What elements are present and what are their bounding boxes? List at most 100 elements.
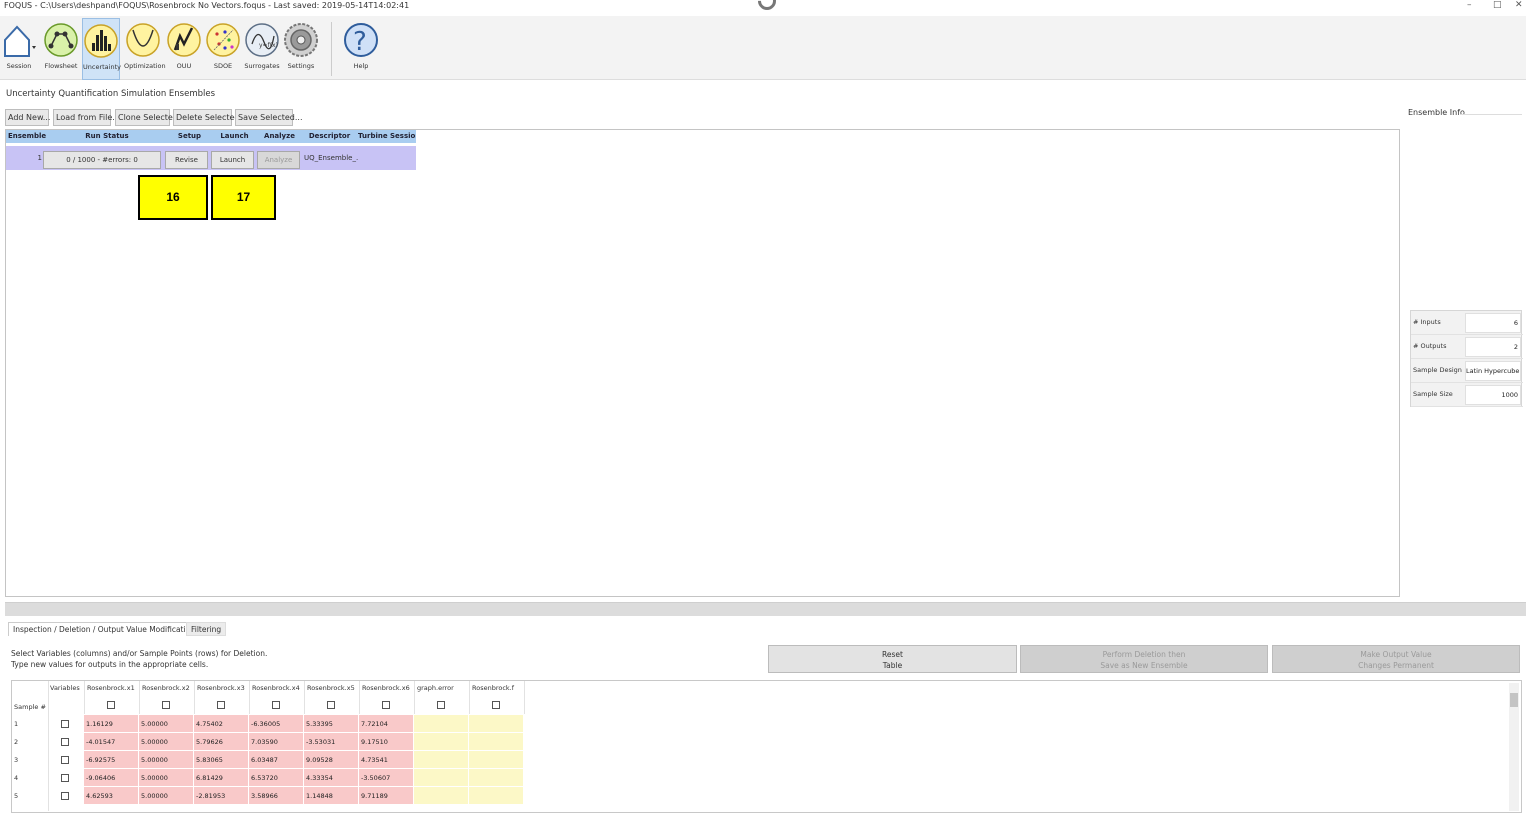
- table-cell[interactable]: 5.00000: [139, 787, 194, 805]
- column-select-checkbox[interactable]: [162, 701, 170, 709]
- delete-selected-button[interactable]: Delete Selected: [173, 109, 240, 126]
- info-row: # Inputs 6: [1411, 311, 1523, 335]
- column-divider: [194, 681, 195, 714]
- button-label: Make Output Value: [1360, 650, 1432, 659]
- table-cell[interactable]: 5.00000: [139, 715, 194, 733]
- column-select-checkbox[interactable]: [382, 701, 390, 709]
- sample-number-header: Sample #: [14, 703, 46, 711]
- panel-splitter[interactable]: [5, 602, 1526, 616]
- table-cell[interactable]: 6.53720: [249, 769, 304, 787]
- tab-inspection[interactable]: Inspection / Deletion / Output Value Mod…: [8, 622, 200, 636]
- table-cell[interactable]: 6.03487: [249, 751, 304, 769]
- table-cell[interactable]: -4.01547: [84, 733, 139, 751]
- reset-table-button[interactable]: Reset Table: [768, 645, 1017, 673]
- table-cell[interactable]: 9.09528: [304, 751, 359, 769]
- table-cell[interactable]: 7.72104: [359, 715, 414, 733]
- column-select-checkbox[interactable]: [492, 701, 500, 709]
- table-cell[interactable]: -3.50607: [359, 769, 414, 787]
- toolbar-settings-button[interactable]: Settings: [282, 18, 320, 80]
- info-value: 6: [1465, 313, 1521, 333]
- header-descriptor: Descriptor: [301, 130, 356, 143]
- table-cell[interactable]: 4.62593: [84, 787, 139, 805]
- table-cell[interactable]: [414, 715, 469, 733]
- table-cell[interactable]: [469, 787, 524, 805]
- table-cell[interactable]: -6.92575: [84, 751, 139, 769]
- table-cell[interactable]: [469, 751, 524, 769]
- analyze-button[interactable]: Analyze: [257, 151, 300, 169]
- table-cell[interactable]: [469, 733, 524, 751]
- descriptor-cell[interactable]: UQ_Ensemble_...: [303, 146, 358, 170]
- table-cell[interactable]: 5.83065: [194, 751, 249, 769]
- grid-scrollbar[interactable]: [1509, 683, 1519, 811]
- column-header: Rosenbrock.x3: [197, 684, 245, 692]
- table-cell[interactable]: [469, 715, 524, 733]
- table-cell[interactable]: 6.81429: [194, 769, 249, 787]
- make-output-permanent-button[interactable]: Make Output Value Changes Permanent: [1272, 645, 1520, 673]
- perform-deletion-button[interactable]: Perform Deletion then Save as New Ensemb…: [1020, 645, 1268, 673]
- table-cell[interactable]: [414, 769, 469, 787]
- table-cell[interactable]: -2.81953: [194, 787, 249, 805]
- table-cell[interactable]: [414, 751, 469, 769]
- toolbar-uncertainty-button[interactable]: Uncertainty: [82, 18, 121, 80]
- column-select-checkbox[interactable]: [327, 701, 335, 709]
- table-cell[interactable]: [414, 733, 469, 751]
- title-bar: FOQUS - C:\Users\deshpand\FOQUS\Rosenbro…: [0, 0, 1526, 14]
- row-number: 4: [14, 774, 19, 782]
- table-cell[interactable]: [414, 787, 469, 805]
- launch-button[interactable]: Launch: [211, 151, 254, 169]
- revise-button[interactable]: Revise: [165, 151, 208, 169]
- toolbar-surrogates-button[interactable]: y=f(x) Surrogates: [243, 18, 281, 80]
- save-selected-button[interactable]: Save Selected...: [235, 109, 303, 126]
- column-select-checkbox[interactable]: [107, 701, 115, 709]
- row-select-checkbox[interactable]: [61, 774, 69, 782]
- toolbar-flowsheet-button[interactable]: Flowsheet: [42, 18, 80, 80]
- table-cell[interactable]: 5.00000: [139, 751, 194, 769]
- ensemble-info-table: # Inputs 6 # Outputs 2 Sample Design Lat…: [1410, 310, 1523, 407]
- column-header: Rosenbrock.x5: [307, 684, 355, 692]
- table-cell[interactable]: 4.33354: [304, 769, 359, 787]
- table-cell[interactable]: 1.14848: [304, 787, 359, 805]
- column-select-checkbox[interactable]: [217, 701, 225, 709]
- toolbar-help-button[interactable]: ? Help: [342, 18, 380, 80]
- info-row: Sample Size 1000: [1411, 383, 1523, 407]
- row-select-checkbox[interactable]: [61, 756, 69, 764]
- table-cell[interactable]: [469, 769, 524, 787]
- toolbar-optimization-button[interactable]: Optimization: [124, 18, 166, 80]
- ensemble-number: 1: [37, 154, 42, 162]
- scrollbar-thumb[interactable]: [1510, 693, 1518, 707]
- toolbar-sdoe-button[interactable]: SDOE: [204, 18, 242, 80]
- row-select-checkbox[interactable]: [61, 720, 69, 728]
- table-cell[interactable]: 5.33395: [304, 715, 359, 733]
- close-button[interactable]: ✕: [1515, 0, 1523, 10]
- table-cell[interactable]: 4.75402: [194, 715, 249, 733]
- header-turbine-session: Turbine Session: [356, 130, 416, 143]
- column-select-checkbox[interactable]: [272, 701, 280, 709]
- table-cell[interactable]: 7.03590: [249, 733, 304, 751]
- turbine-session-cell[interactable]: [358, 146, 416, 170]
- toolbar-session-button[interactable]: Session: [0, 18, 38, 80]
- table-cell[interactable]: 9.71189: [359, 787, 414, 805]
- table-cell[interactable]: -6.36005: [249, 715, 304, 733]
- column-divider: [139, 681, 140, 714]
- table-cell[interactable]: 3.58966: [249, 787, 304, 805]
- load-from-file-button[interactable]: Load from File...: [53, 109, 120, 126]
- table-cell[interactable]: 5.00000: [139, 769, 194, 787]
- maximize-button[interactable]: □: [1493, 0, 1502, 10]
- table-cell[interactable]: -9.06406: [84, 769, 139, 787]
- row-select-checkbox[interactable]: [61, 792, 69, 800]
- table-cell[interactable]: 1.16129: [84, 715, 139, 733]
- ensemble-info-label: Ensemble Info: [1408, 108, 1465, 117]
- header-launch: Launch: [211, 130, 256, 143]
- table-cell[interactable]: 5.00000: [139, 733, 194, 751]
- tab-filtering[interactable]: Filtering: [186, 622, 227, 636]
- table-cell[interactable]: 4.73541: [359, 751, 414, 769]
- table-cell[interactable]: 9.17510: [359, 733, 414, 751]
- add-new-button[interactable]: Add New...: [5, 109, 50, 126]
- minimize-button[interactable]: –: [1467, 0, 1472, 10]
- row-select-checkbox[interactable]: [61, 738, 69, 746]
- toolbar-ouu-button[interactable]: OUU: [165, 18, 203, 80]
- clone-selected-button[interactable]: Clone Selected: [115, 109, 178, 126]
- table-cell[interactable]: -3.53031: [304, 733, 359, 751]
- table-cell[interactable]: 5.79626: [194, 733, 249, 751]
- column-select-checkbox[interactable]: [437, 701, 445, 709]
